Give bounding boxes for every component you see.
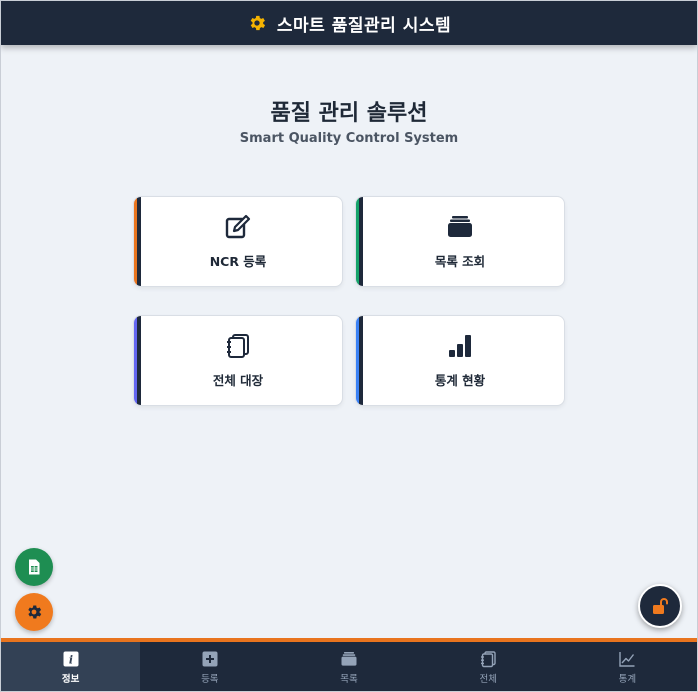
card-label: NCR 등록 <box>209 254 267 269</box>
ncr-register-card[interactable]: NCR 등록 <box>133 196 343 287</box>
settings-fab[interactable] <box>15 593 53 631</box>
nav-item-register[interactable]: 등록 <box>140 642 279 691</box>
nav-item-all[interactable]: 전체 <box>419 642 558 691</box>
folder-icon <box>341 652 357 666</box>
unlock-icon <box>653 598 668 614</box>
card-accent <box>356 197 364 286</box>
full-ledger-card[interactable]: 전체 대장 <box>133 315 343 406</box>
card-label: 목록 조회 <box>434 254 486 269</box>
gear-icon <box>250 15 265 31</box>
svg-text:i: i <box>69 654 73 667</box>
app-title: 스마트 품질관리 시스템 <box>276 15 452 36</box>
app-frame: 스마트 품질관리 시스템 품질 관리 솔루션 Smart Quality Con… <box>0 0 698 692</box>
bottom-nav: i 정보 등록 목록 전체 통계 <box>1 642 697 691</box>
line-chart-icon <box>619 652 635 667</box>
nav-item-info[interactable]: i 정보 <box>1 642 141 691</box>
card-accent <box>356 316 364 405</box>
edit-icon <box>225 214 251 239</box>
card-label: 통계 현황 <box>434 373 486 388</box>
spreadsheet-icon <box>29 559 40 575</box>
lock-fab[interactable] <box>638 584 682 628</box>
page-subtitle: Smart Quality Control System <box>239 131 459 146</box>
folder-icon <box>448 216 472 237</box>
notebook-icon <box>227 334 249 358</box>
page-title: 품질 관리 솔루션 <box>270 101 428 126</box>
plus-icon <box>202 651 218 667</box>
gear-icon <box>28 605 42 619</box>
app-header: 스마트 품질관리 시스템 <box>1 1 697 45</box>
statistics-card[interactable]: 통계 현황 <box>355 315 565 406</box>
card-accent <box>134 197 142 286</box>
card-accent <box>134 316 142 405</box>
spreadsheet-fab[interactable] <box>15 548 53 586</box>
nav-item-list[interactable]: 목록 <box>279 642 418 691</box>
bar-chart-icon <box>449 335 471 357</box>
nav-item-stats[interactable]: 통계 <box>558 642 697 691</box>
card-label: 전체 대장 <box>212 373 264 388</box>
info-icon: i <box>63 651 79 667</box>
list-view-card[interactable]: 목록 조회 <box>355 196 565 287</box>
notebook-icon <box>481 651 496 668</box>
